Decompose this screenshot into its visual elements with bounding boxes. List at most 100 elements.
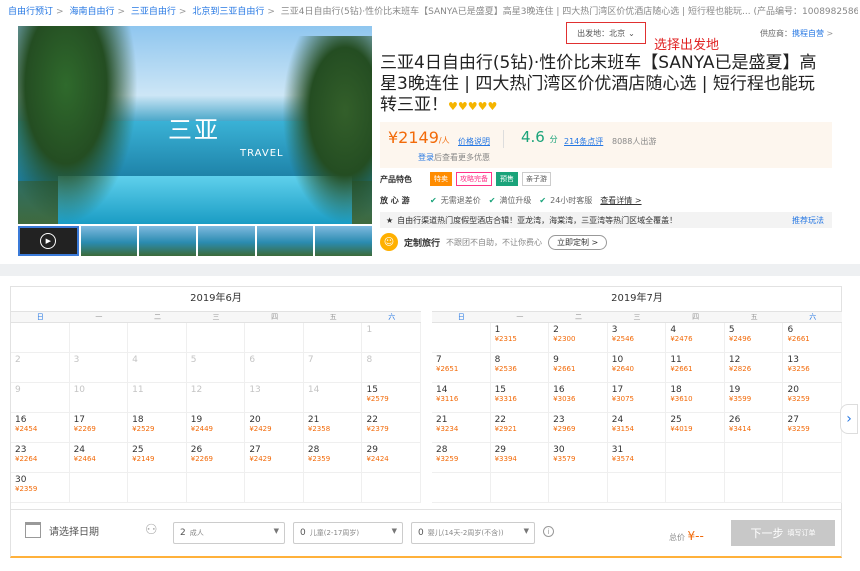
calendar-day[interactable]: 30 ¥3579 xyxy=(549,443,608,473)
calendar-day[interactable]: 30 ¥2359 xyxy=(11,473,70,503)
next-month-button[interactable]: › xyxy=(840,404,858,434)
calendar-day[interactable]: 1 ¥2315 xyxy=(490,323,550,353)
photo-thumbnail[interactable] xyxy=(256,226,314,256)
calendar-day[interactable]: 12 ¥2826 xyxy=(724,353,784,383)
calendar-day[interactable]: 16 ¥2454 xyxy=(11,413,70,443)
reviews-link[interactable]: 214条点评 xyxy=(564,136,603,147)
day-price: ¥3259 xyxy=(787,395,810,403)
day-number: 4 xyxy=(132,355,138,365)
custom-button[interactable]: 立即定制 > xyxy=(548,234,608,250)
calendar-day[interactable]: 9 ¥2661 xyxy=(549,353,608,383)
children-select[interactable]: 0 儿童(2-17周岁) ▼ xyxy=(293,522,403,544)
breadcrumb-item[interactable]: 海南自由行 xyxy=(69,7,114,17)
day-price: ¥2429 xyxy=(249,455,272,463)
calendar-day[interactable]: 18 ¥3610 xyxy=(666,383,725,413)
photo-thumbnail[interactable] xyxy=(139,226,197,256)
main-photo[interactable]: 三亚 TRAVEL xyxy=(18,26,372,224)
calendar-day[interactable]: 26 ¥3414 xyxy=(724,413,784,443)
calendar-day[interactable]: 10 ¥2640 xyxy=(607,353,667,383)
calendar-day[interactable]: 17 ¥3075 xyxy=(607,383,667,413)
login-link[interactable]: 登录 xyxy=(418,153,434,162)
weekday-label: 一 xyxy=(516,313,524,321)
departure-select[interactable]: 出发地：北京 ⌄ xyxy=(566,22,646,44)
calendar-empty-cell xyxy=(724,443,784,473)
calendar-week: 2 3 4 5 6 7 8 xyxy=(11,353,422,383)
calendar-day[interactable]: 21 ¥2358 xyxy=(303,413,363,443)
day-number: 6 xyxy=(249,355,256,365)
infants-select[interactable]: 0 婴儿(14天-2周岁(不含)) ▼ xyxy=(411,522,535,544)
calendar-day: 4 xyxy=(128,353,187,383)
weekday-label: 五 xyxy=(750,313,758,321)
calendar-day[interactable]: 8 ¥2536 xyxy=(490,353,550,383)
day-price: ¥3599 xyxy=(728,395,752,403)
recommend-link[interactable]: 推荐玩法 xyxy=(792,215,824,226)
calendar-day[interactable]: 23 ¥2969 xyxy=(549,413,608,443)
day-number: 3 xyxy=(611,325,618,335)
calendar-day[interactable]: 19 ¥3599 xyxy=(724,383,784,413)
date-placeholder: 请选择日期 xyxy=(49,526,99,538)
calendar-day[interactable]: 11 ¥2661 xyxy=(666,353,725,383)
calendar-day[interactable]: 6 ¥2661 xyxy=(783,323,843,353)
day-price: ¥2826 xyxy=(728,365,752,373)
calendar-day[interactable]: 27 ¥3259 xyxy=(783,413,843,443)
calendar-day[interactable]: 29 ¥2424 xyxy=(362,443,422,473)
calendar-day[interactable]: 24 ¥2464 xyxy=(69,443,129,473)
calendar-day[interactable]: 24 ¥3154 xyxy=(607,413,667,443)
calendar-day[interactable]: 13 ¥3256 xyxy=(783,353,843,383)
calendar-week: 16 ¥2454 17 ¥2269 18 ¥2529 19 ¥2449 20 ¥2429 21 ¥23… xyxy=(11,413,422,443)
calendar-day: 11 xyxy=(128,383,187,413)
calendar-day[interactable]: 31 ¥3574 xyxy=(607,443,667,473)
calendar-day[interactable]: 4 ¥2476 xyxy=(666,323,725,353)
calendar-day[interactable]: 28 ¥3259 xyxy=(432,443,491,473)
photo-thumbnail[interactable] xyxy=(198,226,255,256)
calendar-day[interactable]: 15 ¥2579 xyxy=(362,383,422,413)
supplier-name[interactable]: 携程自营 xyxy=(792,29,824,38)
calendar-day[interactable]: 22 ¥2379 xyxy=(362,413,422,443)
calendar-day[interactable]: 2 ¥2300 xyxy=(549,323,608,353)
photo-thumbnail[interactable] xyxy=(315,226,373,256)
calendar-empty-cell xyxy=(186,323,246,353)
calendar-day[interactable]: 5 ¥2496 xyxy=(724,323,784,353)
next-step-button[interactable]: 下一步 填写订单 xyxy=(731,520,835,546)
calendar-day[interactable]: 25 ¥4019 xyxy=(666,413,725,443)
calendar-day[interactable]: 19 ¥2449 xyxy=(186,413,246,443)
calendar-day[interactable]: 15 ¥3316 xyxy=(490,383,550,413)
calendar-day[interactable]: 16 ¥3036 xyxy=(549,383,608,413)
calendar-day[interactable]: 14 ¥3116 xyxy=(432,383,491,413)
calendar-day[interactable]: 7 ¥2651 xyxy=(432,353,491,383)
calendar-day[interactable]: 20 ¥3259 xyxy=(783,383,843,413)
price-note-link[interactable]: 价格说明 xyxy=(458,136,490,147)
weekday-label: 四 xyxy=(692,313,700,321)
photo-thumbnail[interactable] xyxy=(80,226,138,256)
calendar-day[interactable]: 21 ¥3234 xyxy=(432,413,491,443)
heart-rating: ♥♥♥♥♥ xyxy=(448,100,498,113)
calendar-day[interactable]: 28 ¥2359 xyxy=(303,443,363,473)
breadcrumb-separator: > xyxy=(56,7,64,17)
calendar-day[interactable]: 17 ¥2269 xyxy=(69,413,129,443)
score: 4.6 分 xyxy=(521,128,558,146)
calendar-day: 10 xyxy=(69,383,129,413)
calendar-empty-cell xyxy=(303,473,363,503)
calendar-day[interactable]: 25 ¥2149 xyxy=(128,443,187,473)
date-picker[interactable]: 请选择日期 xyxy=(25,522,99,538)
breadcrumb-item[interactable]: 自由行预订 xyxy=(8,7,53,17)
guarantee-detail-link[interactable]: 查看详情 > xyxy=(600,195,641,206)
breadcrumb: 自由行预订 > 海南自由行 > 三亚自由行 > 北京到三亚自由行 > 三亚4日自由行(5… xyxy=(8,4,858,18)
info-icon[interactable]: i xyxy=(543,526,554,537)
day-number: 28 xyxy=(436,445,448,455)
adults-select[interactable]: 2 成人 ▼ xyxy=(173,522,285,544)
calendar-day[interactable]: 3 ¥2546 xyxy=(607,323,667,353)
calendar-day[interactable]: 26 ¥2269 xyxy=(186,443,246,473)
calendar-day[interactable]: 27 ¥2429 xyxy=(245,443,304,473)
video-thumbnail[interactable]: ▶ xyxy=(18,226,79,256)
calendar-day[interactable]: 29 ¥3394 xyxy=(490,443,550,473)
breadcrumb-current: 三亚4日自由行(5钻)·性价比末班车【SANYA已是盛夏】高星3晚连住 | 四大… xyxy=(280,7,751,17)
calendar-day[interactable]: 20 ¥2429 xyxy=(245,413,304,443)
calendar-day[interactable]: 22 ¥2921 xyxy=(490,413,550,443)
day-price: ¥2358 xyxy=(307,425,331,433)
breadcrumb-item[interactable]: 北京到三亚自由行 xyxy=(192,7,264,17)
calendar-empty-cell xyxy=(607,473,667,503)
calendar-day[interactable]: 18 ¥2529 xyxy=(128,413,187,443)
calendar-day[interactable]: 23 ¥2264 xyxy=(11,443,70,473)
breadcrumb-item[interactable]: 三亚自由行 xyxy=(131,7,176,17)
